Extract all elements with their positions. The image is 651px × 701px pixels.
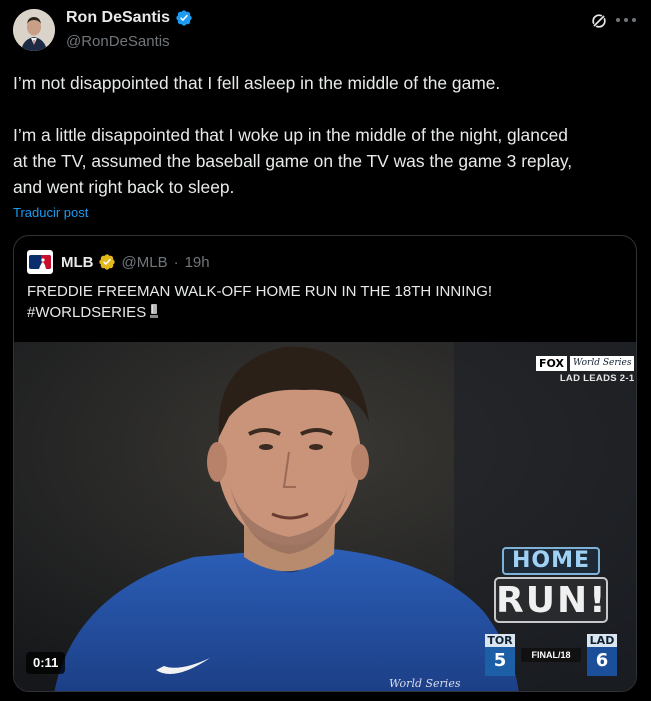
game-status: FINAL/18	[521, 648, 581, 662]
home-run-graphic-bottom: RUN!	[494, 577, 608, 623]
quoted-timestamp[interactable]: 19h	[185, 254, 210, 271]
home-run-graphic-top: HOME	[502, 547, 600, 575]
more-options-icon[interactable]	[616, 12, 636, 28]
user-avatar-icon	[13, 9, 55, 51]
separator-dot: ·	[173, 253, 179, 271]
hashtag-link[interactable]: #WORLDSERIES	[27, 304, 146, 321]
network-logo: FOX	[536, 356, 567, 371]
away-team: TOR 5	[485, 634, 515, 676]
video-player[interactable]: World Series FOX World Series LAD LEADS …	[14, 342, 636, 691]
home-team-score: 6	[595, 650, 609, 671]
tweet-text: I’m not disappointed that I fell asleep …	[13, 70, 638, 200]
mlb-logo-icon	[29, 255, 51, 269]
series-logo: World Series	[569, 356, 635, 371]
quoted-tweet[interactable]: MLB @MLB · 19h FREDDIE FREEMAN WALK-OFF …	[13, 235, 637, 692]
quoted-text-line-1: FREDDIE FREEMAN WALK-OFF HOME RUN IN THE…	[27, 283, 493, 300]
verified-org-badge-icon	[98, 254, 115, 270]
translate-post-link[interactable]: Traducir post	[13, 205, 88, 220]
home-team-abbr: LAD	[587, 634, 617, 647]
author-handle[interactable]: @RonDeSantis	[66, 33, 170, 50]
svg-text:World Series: World Series	[389, 677, 461, 690]
author-name[interactable]: Ron DeSantis	[66, 9, 170, 27]
away-team-abbr: TOR	[485, 634, 515, 647]
grok-icon[interactable]	[589, 11, 609, 31]
video-duration: 0:11	[26, 652, 66, 674]
author-avatar[interactable]	[13, 9, 55, 51]
home-run-graphic: HOME RUN!	[491, 547, 611, 627]
series-status: LAD LEADS 2-1	[559, 373, 635, 384]
broadcast-bug: FOX World Series LAD LEADS 2-1	[536, 356, 635, 384]
tweet-paragraph-1: I’m not disappointed that I fell asleep …	[13, 73, 501, 93]
quoted-author-name[interactable]: MLB	[61, 254, 94, 271]
home-team: LAD 6	[587, 634, 617, 676]
away-team-score: 5	[493, 650, 507, 671]
quoted-tweet-text: FREDDIE FREEMAN WALK-OFF HOME RUN IN THE…	[27, 281, 627, 323]
trophy-icon	[150, 304, 159, 318]
quoted-tweet-header: MLB @MLB · 19h	[27, 250, 210, 274]
quoted-author-handle[interactable]: @MLB	[122, 254, 168, 271]
tweet-paragraph-2: I’m a little disappointed that I woke up…	[13, 125, 573, 197]
mlb-avatar[interactable]	[27, 250, 53, 274]
scoreboard: TOR 5 FINAL/18 LAD 6	[485, 634, 617, 680]
verified-badge-icon	[176, 10, 192, 26]
